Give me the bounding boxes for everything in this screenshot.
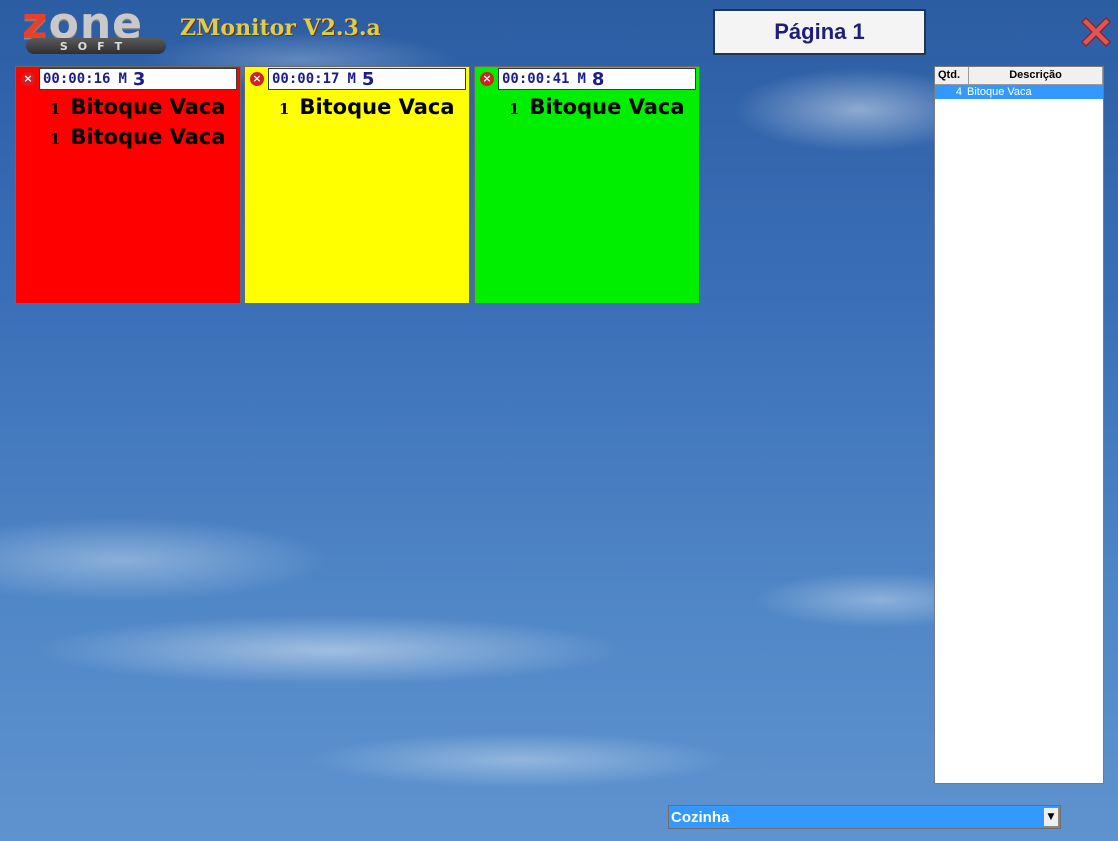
elapsed-time: 00:00:41 (502, 71, 570, 87)
elapsed-time: 00:00:17 (272, 71, 340, 87)
ticket-items: 1 Bitoque Vaca (475, 95, 699, 125)
page-button[interactable]: Página 1 (713, 9, 926, 55)
summary-grid[interactable]: Qtd. Descrição 4 Bitoque Vaca (934, 66, 1104, 784)
table-label: M (347, 71, 356, 87)
remove-circle-icon[interactable]: × (21, 72, 35, 86)
ticket-item: 1 Bitoque Vaca (475, 95, 699, 125)
column-header-qty[interactable]: Qtd. (935, 67, 969, 84)
station-select[interactable]: Cozinha ▼ (668, 805, 1061, 829)
ticket-item: 1 Bitoque Vaca (16, 95, 240, 125)
elapsed-time: 00:00:16 (43, 71, 111, 87)
item-desc: Bitoque Vaca (299, 95, 455, 119)
item-qty: 1 (50, 100, 61, 118)
remove-circle-icon[interactable]: × (480, 72, 494, 86)
row-qty: 4 (955, 86, 962, 98)
station-select-value: Cozinha (671, 808, 730, 826)
table-row[interactable]: 4 Bitoque Vaca (935, 85, 1103, 99)
ticket-item: 1 Bitoque Vaca (16, 125, 240, 155)
table-number: 8 (591, 68, 605, 90)
remove-circle-icon[interactable]: × (250, 72, 264, 86)
ticket-items: 1 Bitoque Vaca (245, 95, 469, 125)
item-qty: 1 (50, 130, 61, 148)
ticket-items: 1 Bitoque Vaca 1 Bitoque Vaca (16, 95, 240, 155)
order-ticket[interactable]: × 00:00:16 M 3 1 Bitoque Vaca 1 Bitoque … (15, 66, 241, 304)
ticket-header: × 00:00:41 M 8 (475, 67, 699, 91)
item-desc: Bitoque Vaca (70, 95, 226, 119)
close-x-icon[interactable] (1078, 14, 1114, 50)
order-ticket[interactable]: × 00:00:17 M 5 1 Bitoque Vaca (244, 66, 470, 304)
chevron-down-icon[interactable]: ▼ (1043, 807, 1059, 827)
order-ticket[interactable]: × 00:00:41 M 8 1 Bitoque Vaca (474, 66, 700, 304)
logo-sub: SOFT (26, 38, 166, 54)
column-header-desc[interactable]: Descrição (969, 67, 1103, 84)
ticket-item: 1 Bitoque Vaca (245, 95, 469, 125)
zone-soft-logo: zone SOFT (22, 0, 172, 54)
table-number: 3 (132, 68, 146, 90)
item-desc: Bitoque Vaca (70, 125, 226, 149)
table-label: M (118, 71, 127, 87)
ticket-header: × 00:00:17 M 5 (245, 67, 469, 91)
grid-header: Qtd. Descrição (935, 67, 1103, 85)
table-label: M (577, 71, 586, 87)
item-qty: 1 (509, 100, 520, 118)
ticket-info-bar: 00:00:17 M 5 (268, 68, 466, 90)
table-number: 5 (361, 68, 375, 90)
ticket-info-bar: 00:00:16 M 3 (39, 68, 237, 90)
item-desc: Bitoque Vaca (529, 95, 685, 119)
app-title: ZMonitor V2.3.a (180, 15, 381, 41)
ticket-info-bar: 00:00:41 M 8 (498, 68, 696, 90)
ticket-header: × 00:00:16 M 3 (16, 67, 240, 91)
item-qty: 1 (279, 100, 290, 118)
row-desc: Bitoque Vaca (967, 86, 1032, 98)
